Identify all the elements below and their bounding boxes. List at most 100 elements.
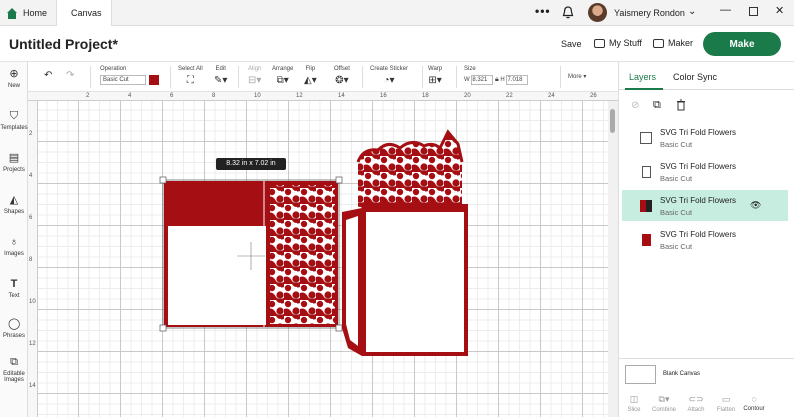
layer-item[interactable]: SVG Tri Fold Flowers Basic Cut	[622, 156, 788, 187]
contour-icon: ◌	[751, 394, 757, 404]
tab-color-sync[interactable]: Color Sync	[673, 72, 717, 82]
minimize-icon[interactable]: —	[720, 4, 731, 16]
flip-icon: ◭▾	[304, 75, 317, 86]
chevron-down-icon[interactable]: ⌄	[688, 6, 696, 17]
user-name[interactable]: Yaismery Rondon	[614, 8, 685, 18]
bell-icon[interactable]	[562, 6, 574, 19]
align-icon: ⊟▾	[248, 75, 262, 86]
offset-label: Offset	[334, 66, 350, 72]
sidebar-item-editable-images[interactable]: ⧉ Editable Images	[0, 356, 28, 383]
sidebar-item-phrases[interactable]: ◯ Phrases	[0, 318, 28, 339]
tab-layers[interactable]: Layers	[629, 72, 656, 82]
panel-footer: Blank Canvas ◫ Slice ⧉▾ Combine ⊂⊃ Attach ▭…	[619, 358, 794, 417]
height-input[interactable]: 7.018	[506, 75, 529, 85]
divider	[422, 66, 423, 88]
layer-item[interactable]: SVG Tri Fold Flowers Basic Cut	[622, 224, 788, 255]
make-button[interactable]: Make	[703, 32, 781, 56]
maker-button[interactable]: Maker	[653, 38, 693, 48]
layer-item-selected[interactable]: SVG Tri Fold Flowers Basic Cut 👁︎	[622, 190, 788, 221]
avatar[interactable]	[588, 3, 607, 22]
layer-name: SVG Tri Fold Flowers	[660, 230, 737, 239]
tab-canvas[interactable]: Canvas	[56, 0, 112, 26]
align-label: Align	[248, 66, 262, 72]
eye-icon[interactable]: 👁︎	[750, 200, 761, 211]
divider	[238, 66, 239, 88]
layers-panel: Layers Color Sync ⊘ ⧉ SVG Tri Fold Flowe…	[618, 62, 794, 417]
save-button[interactable]: Save	[561, 39, 582, 49]
project-title[interactable]: Untitled Project*	[9, 36, 118, 52]
operation-control[interactable]: Operation Basic Cut	[100, 66, 159, 85]
delete-icon[interactable]	[676, 99, 686, 111]
layer-item[interactable]: SVG Tri Fold Flowers Basic Cut	[622, 122, 788, 153]
maximize-icon[interactable]	[749, 7, 758, 16]
design-canvas[interactable]: 2468101214161820222426 246810121416	[28, 92, 618, 417]
layer-name: SVG Tri Fold Flowers	[660, 162, 737, 171]
size-label: Size	[464, 66, 476, 72]
attach-button[interactable]: ⊂⊃ Attach	[681, 394, 711, 413]
sidebar-item-new[interactable]: ⊕ New	[0, 68, 28, 89]
warp-control[interactable]: Warp ⊞▾	[428, 66, 442, 86]
sticker-icon: ◔▾	[383, 75, 395, 86]
sidebar-item-text[interactable]: T Text	[0, 278, 28, 299]
flatten-label: Flatten	[716, 407, 736, 413]
sidebar-item-images[interactable]: ♁ Images	[0, 236, 28, 257]
my-stuff-button[interactable]: My Stuff	[594, 38, 642, 48]
arrange-control[interactable]: Arrange ⧉▾	[272, 66, 293, 86]
layer-actions: ⊘ ⧉	[619, 92, 794, 118]
divider	[560, 66, 561, 88]
slice-button[interactable]: ◫ Slice	[619, 394, 649, 413]
align-control[interactable]: Align ⊟▾	[248, 66, 261, 86]
operation-color-swatch[interactable]	[149, 75, 159, 85]
arrange-label: Arrange	[272, 66, 294, 72]
lock-icon[interactable]: 🔒︎	[495, 76, 499, 83]
warp-icon: ⊞▾	[428, 75, 442, 86]
height-label: H	[500, 77, 505, 83]
divider	[362, 66, 363, 88]
select-all-control[interactable]: Select All ⛶	[178, 66, 203, 86]
blank-canvas-swatch[interactable]	[625, 365, 656, 384]
vertical-scrollbar[interactable]	[608, 101, 618, 417]
create-sticker-label: Create Sticker	[370, 66, 409, 72]
redo-icon[interactable]: ↷	[66, 70, 74, 81]
undo-icon[interactable]: ↶	[44, 70, 52, 81]
select-all-icon: ⛶	[186, 75, 194, 86]
text-icon: T	[10, 278, 18, 290]
shirt-icon: ⛉	[9, 110, 19, 122]
design-artwork[interactable]	[28, 92, 608, 417]
machine-icon	[653, 38, 664, 48]
duplicate-icon[interactable]: ⧉	[653, 99, 661, 112]
arrange-icon: ⧉▾	[276, 75, 289, 86]
flip-label: Flip	[305, 66, 316, 72]
flatten-button[interactable]: ▭ Flatten	[711, 394, 741, 413]
sidebar-item-projects[interactable]: ▤ Projects	[0, 152, 28, 173]
more-button[interactable]: More ▾	[568, 73, 586, 80]
ungroup-icon[interactable]: ⊘	[631, 100, 639, 111]
my-stuff-label: My Stuff	[609, 38, 642, 48]
create-sticker-control[interactable]: Create Sticker ◔▾	[370, 66, 408, 86]
active-tab-indicator	[625, 88, 663, 90]
sidebar-item-shapes[interactable]: ◭ Shapes	[0, 194, 28, 215]
layer-operation: Basic Cut	[660, 174, 693, 183]
contour-button[interactable]: ◌ Contour	[739, 394, 769, 412]
close-icon[interactable]: ✕	[775, 4, 784, 17]
left-sidebar: ⊕ New ⛉ Templates ▤ Projects ◭ Shapes ♁ …	[0, 62, 28, 417]
layer-thumbnail	[640, 132, 652, 144]
width-label: W	[464, 77, 470, 83]
tab-home[interactable]: Home	[6, 0, 47, 26]
width-input[interactable]: 8.321	[471, 75, 494, 85]
layer-operation: Basic Cut	[660, 140, 693, 149]
scroll-thumb[interactable]	[610, 109, 615, 133]
combine-icon: ⧉▾	[658, 394, 670, 404]
panel-tabs: Layers Color Sync	[619, 62, 794, 90]
edit-control[interactable]: Edit ✎▾	[214, 66, 227, 86]
edit-toolbar: ↶ ↷ Operation Basic Cut Select All ⛶ Edi…	[28, 62, 618, 92]
operation-select[interactable]: Basic Cut	[100, 75, 146, 85]
blank-canvas-label: Blank Canvas	[663, 371, 701, 377]
selected-design[interactable]	[159, 176, 343, 332]
second-design[interactable]	[342, 129, 468, 356]
sidebar-item-templates[interactable]: ⛉ Templates	[0, 110, 28, 131]
flip-control[interactable]: Flip ◭▾	[304, 66, 317, 86]
more-options-icon[interactable]: •••	[535, 4, 551, 18]
offset-control[interactable]: Offset ❂▾	[334, 66, 350, 86]
combine-button[interactable]: ⧉▾ Combine	[649, 394, 679, 413]
